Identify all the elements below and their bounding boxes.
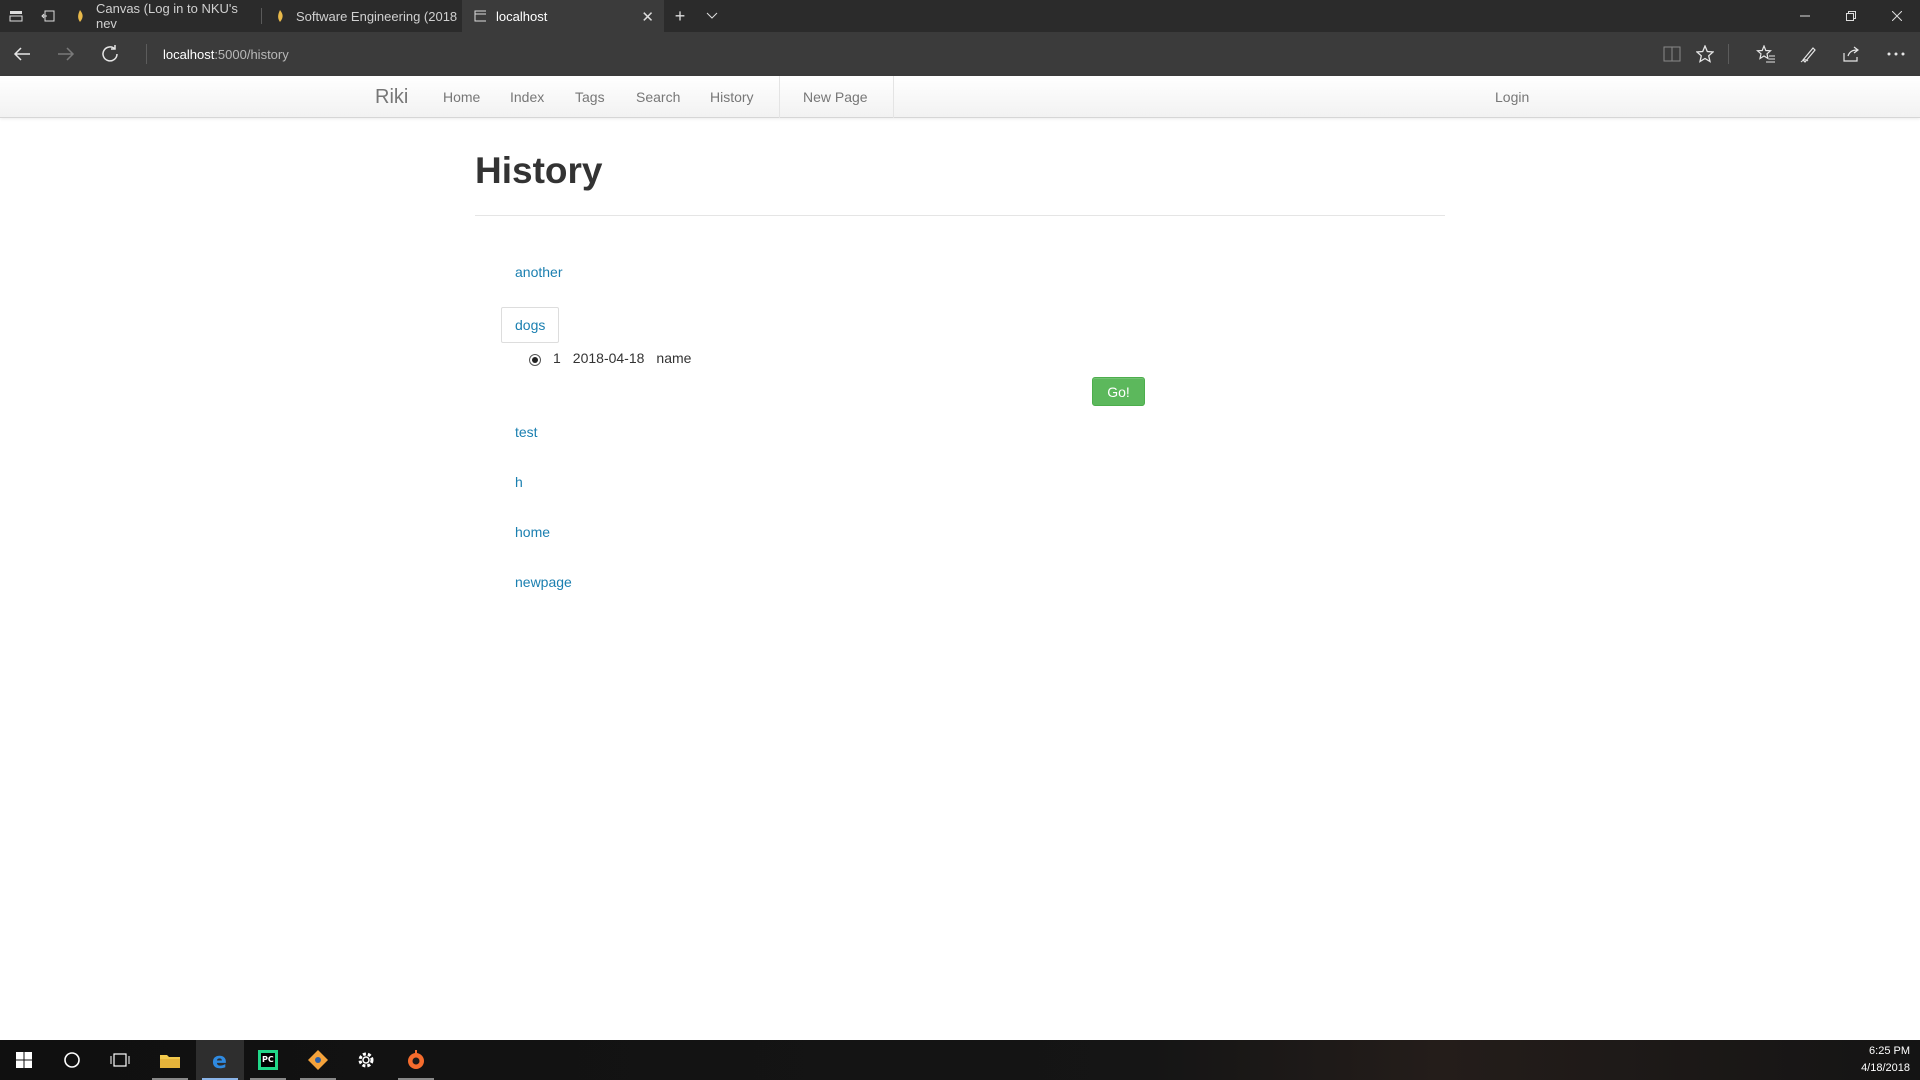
cortana-search-icon[interactable] bbox=[48, 1040, 96, 1080]
url-field[interactable]: localhost:5000/history bbox=[163, 32, 289, 76]
pycharm-icon[interactable]: PC bbox=[244, 1040, 292, 1080]
tab-title: Software Engineering (2018 bbox=[296, 8, 458, 24]
history-page-link[interactable]: home bbox=[515, 524, 550, 540]
canvas-favicon-icon bbox=[74, 9, 86, 23]
file-explorer-icon[interactable] bbox=[146, 1040, 194, 1080]
favorite-star-icon[interactable] bbox=[1685, 32, 1725, 76]
history-page-link[interactable]: h bbox=[515, 474, 523, 490]
address-bar: localhost:5000/history bbox=[0, 32, 1920, 76]
chevron-down-icon[interactable] bbox=[696, 0, 728, 32]
back-icon[interactable] bbox=[0, 32, 44, 76]
nav-new-page[interactable]: New Page bbox=[803, 76, 868, 118]
history-page-link[interactable]: another bbox=[515, 264, 562, 280]
history-page-link-expanded[interactable]: dogs bbox=[501, 307, 560, 343]
minimize-icon[interactable] bbox=[1782, 0, 1828, 32]
clock-time: 6:25 PM bbox=[1869, 1045, 1910, 1057]
set-aside-tabs-icon[interactable] bbox=[32, 0, 64, 32]
browser-tab-bar: Canvas (Log in to NKU's nev Software Eng… bbox=[0, 0, 1920, 32]
start-windows-icon[interactable] bbox=[0, 1040, 48, 1080]
close-tab-icon[interactable]: ✕ bbox=[641, 8, 654, 26]
revision-date: 2018-04-18 bbox=[572, 350, 645, 366]
new-tab-icon[interactable]: + bbox=[664, 0, 696, 32]
svg-text:PC: PC bbox=[262, 1055, 274, 1064]
history-page-link[interactable]: test bbox=[515, 424, 538, 440]
site-navbar: Riki Home Index Tags Search History New … bbox=[0, 76, 1920, 118]
tab-localhost[interactable]: localhost ✕ bbox=[462, 0, 664, 32]
revision-row: 1 2018-04-18 name bbox=[529, 350, 703, 366]
brand-link[interactable]: Riki bbox=[375, 76, 408, 118]
settings-gear-icon[interactable] bbox=[342, 1040, 390, 1080]
svg-text:e: e bbox=[212, 1049, 227, 1071]
nav-login[interactable]: Login bbox=[1495, 76, 1529, 118]
title-divider bbox=[475, 215, 1445, 216]
nav-tags[interactable]: Tags bbox=[575, 76, 605, 118]
tab-title: Canvas (Log in to NKU's nev bbox=[95, 1, 238, 31]
close-window-icon[interactable] bbox=[1874, 0, 1920, 32]
share-icon[interactable] bbox=[1832, 32, 1872, 76]
nav-history[interactable]: History bbox=[710, 76, 754, 118]
clock-date: 4/18/2018 bbox=[1861, 1062, 1910, 1074]
url-path: :5000/history bbox=[214, 46, 289, 62]
tab-title: localhost bbox=[496, 8, 548, 24]
tab-software-engineering[interactable]: Software Engineering (2018 bbox=[262, 0, 462, 32]
windows-taskbar: e PC 6:25 PM 4/18/2018 bbox=[0, 1040, 1920, 1080]
favorites-hub-icon[interactable] bbox=[1746, 32, 1786, 76]
page-favicon-icon bbox=[474, 9, 486, 23]
url-host: localhost bbox=[163, 46, 215, 62]
go-button[interactable]: Go! bbox=[1092, 377, 1145, 406]
page-title: History bbox=[475, 150, 603, 191]
tab-manager-icon[interactable] bbox=[0, 0, 32, 32]
more-options-icon[interactable] bbox=[1876, 32, 1916, 76]
forward-icon[interactable] bbox=[44, 32, 88, 76]
task-view-icon[interactable] bbox=[96, 1040, 144, 1080]
revision-author: name bbox=[656, 350, 692, 366]
nav-index[interactable]: Index bbox=[510, 76, 544, 118]
web-note-pen-icon[interactable] bbox=[1789, 32, 1829, 76]
system-clock[interactable]: 6:25 PM 4/18/2018 bbox=[1861, 1043, 1910, 1077]
revision-radio[interactable] bbox=[529, 353, 541, 366]
canvas-favicon-icon bbox=[274, 9, 286, 23]
refresh-icon[interactable] bbox=[88, 32, 132, 76]
origin-app-icon[interactable] bbox=[392, 1040, 440, 1080]
git-kraken-icon[interactable] bbox=[294, 1040, 342, 1080]
restore-icon[interactable] bbox=[1828, 0, 1874, 32]
edge-browser-icon[interactable]: e bbox=[196, 1040, 244, 1080]
revision-number: 1 bbox=[553, 350, 561, 366]
nav-search[interactable]: Search bbox=[636, 76, 680, 118]
nav-home[interactable]: Home bbox=[443, 76, 480, 118]
history-page-link[interactable]: newpage bbox=[515, 574, 572, 590]
tab-canvas[interactable]: Canvas (Log in to NKU's nev bbox=[62, 0, 262, 32]
